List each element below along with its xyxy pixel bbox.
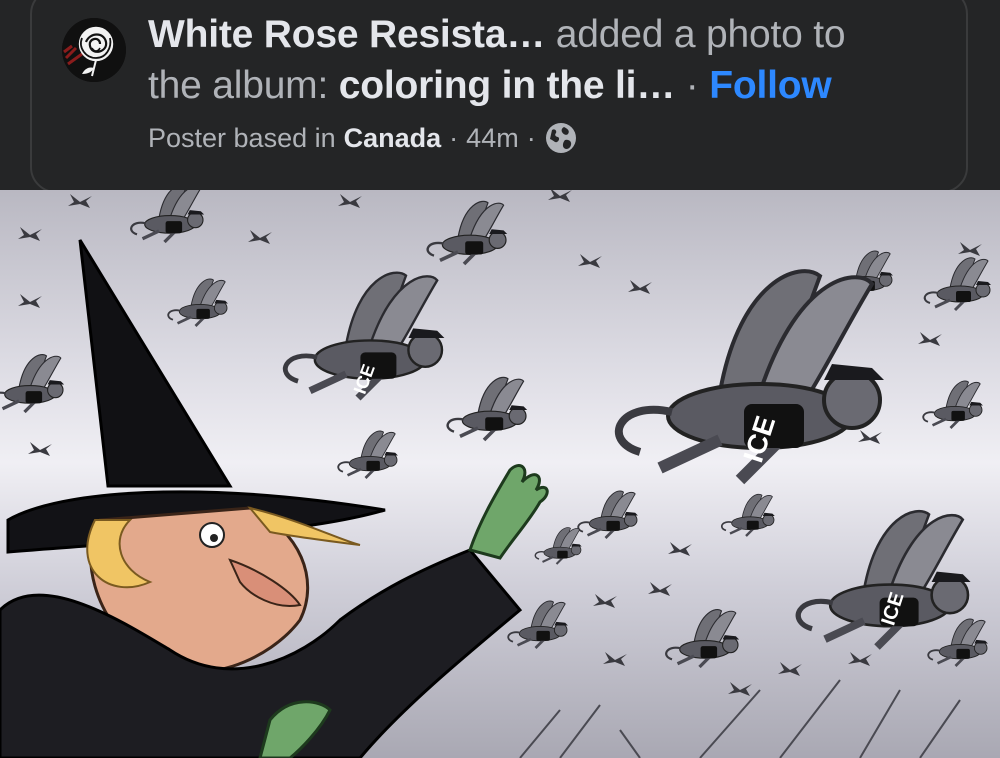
meta-prefix: Poster based in [148, 123, 336, 153]
album-prefix: the album: [148, 64, 329, 107]
meta-time[interactable]: 44m [466, 120, 519, 156]
post-meta: Poster based in Canada · 44m · [148, 120, 578, 156]
author-name[interactable]: White Rose Resista [148, 13, 507, 56]
large-flying-monkey: ICE [285, 273, 444, 398]
post-title-line-2: the album: coloring in the li… · Follow [148, 63, 832, 109]
meta-separator: · [526, 123, 536, 153]
album-name[interactable]: coloring in the li [339, 64, 637, 107]
cartoon-illustration: ICE ICE ICE [0, 190, 993, 758]
post-photo[interactable]: ICE ICE ICE [0, 190, 1000, 758]
large-flying-monkey: ICE [798, 511, 970, 647]
white-rose-logo [62, 18, 126, 82]
meta-separator: · [449, 123, 459, 153]
avatar[interactable] [62, 18, 126, 82]
follow-button[interactable]: Follow [709, 64, 831, 107]
large-flying-monkey: ICE [619, 271, 884, 480]
album-ellipsis: … [636, 64, 676, 107]
witch-figure [0, 239, 549, 758]
post-action: added a photo to [555, 13, 846, 56]
post-title-line-1: White Rose Resista… added a photo to [148, 12, 846, 58]
author-ellipsis: … [506, 13, 546, 56]
title-separator: · [685, 64, 699, 107]
post-header: White Rose Resista… added a photo to the… [0, 0, 1000, 193]
meta-location[interactable]: Canada [344, 120, 442, 156]
globe-icon[interactable] [544, 121, 578, 155]
